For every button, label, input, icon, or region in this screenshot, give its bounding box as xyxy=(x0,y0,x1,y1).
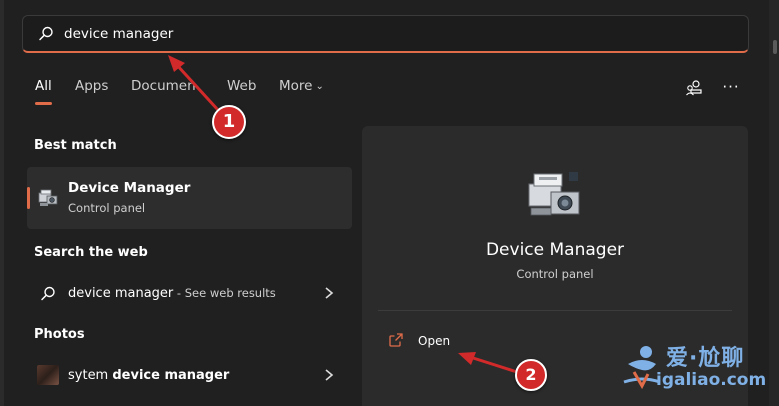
photo-result-text: sytem device manager xyxy=(68,368,229,383)
web-result-query: device manager xyxy=(68,286,174,301)
scrollbar-thumb[interactable] xyxy=(773,40,777,54)
chevron-right-icon[interactable] xyxy=(322,366,336,384)
callout-1: 1 xyxy=(212,105,246,139)
web-result-text: device manager - See web results xyxy=(68,286,276,301)
callout-2: 2 xyxy=(515,359,547,391)
search-input[interactable] xyxy=(64,22,704,46)
best-match-title: Device Manager xyxy=(68,180,191,196)
search-icon xyxy=(39,26,53,41)
watermark: 爱·尬聊 igaliao.com xyxy=(620,338,772,400)
external-link-icon xyxy=(389,333,403,347)
web-search-result[interactable]: device manager - See web results xyxy=(27,274,352,314)
chevron-right-icon[interactable] xyxy=(322,284,336,302)
device-manager-icon xyxy=(38,189,58,206)
watermark-chinese-text: 爱·尬聊 xyxy=(666,346,745,371)
best-match-header: Best match xyxy=(34,138,117,153)
account-switch-icon[interactable] xyxy=(684,78,704,98)
more-options-icon[interactable]: ··· xyxy=(721,78,741,98)
open-button[interactable]: Open xyxy=(386,330,506,352)
tab-all[interactable]: All xyxy=(35,78,52,94)
selection-accent xyxy=(27,187,30,209)
tab-more[interactable]: More ⌄ xyxy=(279,78,324,94)
photo-result-bold: device manager xyxy=(112,368,230,383)
search-web-header: Search the web xyxy=(34,245,148,260)
chevron-down-icon: ⌄ xyxy=(315,81,324,92)
tab-documents[interactable]: Documen xyxy=(131,78,196,94)
search-box[interactable] xyxy=(22,15,749,53)
detail-subtitle: Control panel xyxy=(516,267,594,281)
detail-title: Device Manager xyxy=(485,240,625,260)
tab-apps[interactable]: Apps xyxy=(75,78,108,94)
tab-web[interactable]: Web xyxy=(227,78,256,94)
left-frame-edge xyxy=(0,0,4,406)
best-match-subtitle: Control panel xyxy=(68,201,146,215)
windows-search-window: All Apps Documen Web More⌄ ··· Best matc… xyxy=(0,0,779,406)
photo-thumbnail xyxy=(37,365,59,385)
active-tab-indicator xyxy=(35,102,52,105)
photos-header: Photos xyxy=(34,327,85,342)
device-manager-icon xyxy=(528,172,580,216)
photo-result[interactable]: sytem device manager xyxy=(27,356,352,396)
watermark-url: igaliao.com xyxy=(656,370,767,390)
search-icon xyxy=(41,286,55,301)
best-match-result[interactable]: Device Manager Control panel xyxy=(27,167,352,229)
tab-more-label: More xyxy=(279,78,313,94)
photo-result-prefix: sytem xyxy=(68,368,113,383)
web-result-suffix: - See web results xyxy=(173,286,276,300)
detail-divider xyxy=(378,310,732,311)
open-label: Open xyxy=(418,334,451,348)
